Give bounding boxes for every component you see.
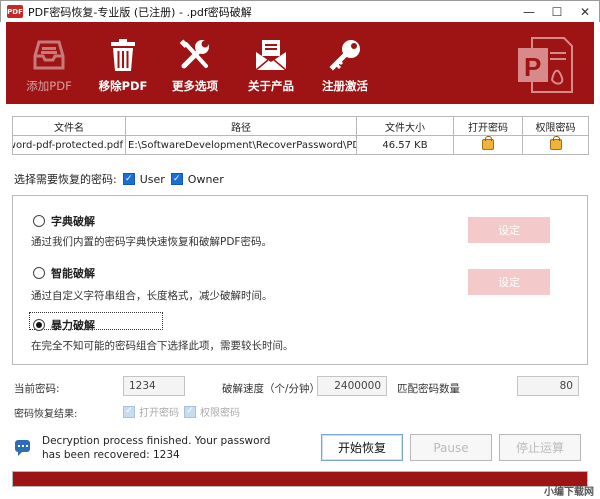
current-password-label: 当前密码: (14, 383, 60, 395)
close-button[interactable]: ✕ (571, 1, 599, 23)
toolbar: 添加PDF 移除PDF 更多选项 关于产品 注册激活 P (6, 22, 594, 104)
app-pdf-icon: PDF (7, 5, 23, 18)
trash-icon (111, 39, 135, 71)
about-product-label: 关于产品 (248, 79, 294, 93)
remove-pdf-label: 移除PDF (98, 79, 148, 93)
window-title: PDF密码恢复-专业版 (已注册) - .pdf密码破解 (28, 5, 252, 19)
user-checkbox[interactable]: ✓ (122, 173, 135, 185)
result-permission-password: ✓ 权限密码 (184, 404, 240, 419)
current-password-field: 1234 (123, 376, 185, 396)
result-permission-label: 权限密码 (200, 408, 240, 419)
result-permission-checkbox: ✓ (184, 405, 196, 418)
dictionary-attack-option[interactable]: 字典破解 (33, 213, 95, 229)
tools-icon (179, 39, 209, 69)
match-count-field: 80 (517, 376, 579, 396)
pause-button[interactable]: Pause (410, 434, 492, 461)
message-bubble-icon (15, 440, 30, 456)
pdf-logo-letter: P (524, 52, 542, 82)
smart-attack-title: 智能破解 (51, 267, 95, 280)
title-bar: PDF PDF密码恢复-专业版 (已注册) - .pdf密码破解 — ☐ ✕ (0, 0, 600, 22)
inbox-tray-icon (33, 40, 65, 70)
owner-checkbox-label: Owner (187, 172, 224, 186)
result-open-checkbox: ✓ (123, 405, 135, 418)
register-activate-label: 注册激活 (322, 79, 368, 93)
smart-attack-radio[interactable] (33, 267, 45, 279)
file-table: 文件名 路径 文件大小 打开密码 权限密码 password-pdf-prote… (12, 116, 589, 155)
header-path[interactable]: 路径 (125, 116, 357, 136)
progress-bar (12, 471, 588, 487)
owner-checkbox[interactable]: ✓ (170, 173, 183, 185)
table-row[interactable]: password-pdf-protected.pdf E:\SoftwareDe… (12, 135, 589, 155)
lock-icon (482, 136, 494, 151)
stop-button[interactable]: 停止运算 (499, 434, 581, 461)
header-size[interactable]: 文件大小 (356, 116, 454, 136)
lock-icon (549, 136, 562, 151)
maximize-button[interactable]: ☐ (543, 1, 571, 23)
user-checkbox-label: User (139, 172, 165, 186)
header-permission-password[interactable]: 权限密码 (522, 116, 589, 136)
dictionary-attack-title: 字典破解 (51, 215, 95, 228)
password-type-label: 选择需要恢复的密码: (14, 173, 117, 186)
row-path: E:\SoftwareDevelopment\RecoverPassword\P… (125, 135, 357, 155)
smart-settings-button[interactable]: 设定 (468, 269, 550, 295)
result-open-label: 打开密码 (139, 408, 179, 419)
speed-label: 破解速度（个/分钟） (222, 383, 321, 395)
pdf-document-logo: P (514, 34, 576, 99)
brute-force-radio[interactable] (33, 319, 45, 331)
key-icon (329, 40, 360, 71)
progress-fill (13, 472, 587, 486)
minimize-button[interactable]: — (515, 1, 543, 23)
match-count-label: 匹配密码数量 (397, 383, 460, 395)
register-activate-button[interactable]: 注册激活 (316, 22, 374, 104)
row-filename: password-pdf-protected.pdf (12, 135, 126, 155)
smart-attack-desc: 通过自定义字符串组合，长度格式，减少破解时间。 (31, 290, 273, 302)
envelope-icon (255, 40, 287, 71)
start-recovery-button[interactable]: 开始恢复 (321, 434, 403, 461)
dictionary-settings-button[interactable]: 设定 (468, 217, 550, 243)
recovery-result-label: 密码恢复结果: (14, 409, 78, 420)
brute-force-title: 暴力破解 (51, 319, 95, 332)
row-size: 46.57 KB (356, 135, 454, 155)
remove-pdf-button[interactable]: 移除PDF (94, 22, 152, 104)
add-pdf-button[interactable]: 添加PDF (20, 22, 78, 104)
dictionary-attack-radio[interactable] (33, 215, 45, 227)
about-product-button[interactable]: 关于产品 (242, 22, 300, 104)
result-open-password: ✓ 打开密码 (123, 404, 179, 419)
header-open-password[interactable]: 打开密码 (453, 116, 523, 136)
more-options-label: 更多选项 (172, 79, 218, 93)
more-options-button[interactable]: 更多选项 (166, 22, 224, 104)
header-filename[interactable]: 文件名 (12, 116, 126, 136)
file-table-header: 文件名 路径 文件大小 打开密码 权限密码 (12, 116, 589, 136)
speed-field: 2400000 (317, 376, 387, 396)
attack-mode-panel: 字典破解 通过我们内置的密码字典快速恢复和破解PDF密码。 设定 智能破解 通过… (12, 195, 588, 365)
password-type-selection: 选择需要恢复的密码: ✓ User ✓ Owner (14, 171, 224, 187)
status-message: Decryption process finished. Your passwo… (42, 435, 271, 461)
row-permission-password (522, 135, 589, 155)
watermark: 小编下载网 (544, 487, 594, 498)
row-open-password (453, 135, 523, 155)
brute-force-option[interactable]: 暴力破解 (33, 317, 95, 333)
dictionary-attack-desc: 通过我们内置的密码字典快速恢复和破解PDF密码。 (31, 236, 272, 248)
smart-attack-option[interactable]: 智能破解 (33, 265, 95, 281)
brute-force-desc: 在完全不知可能的密码组合下选择此项，需要较长时间。 (31, 340, 294, 352)
window-controls: — ☐ ✕ (515, 1, 599, 23)
add-pdf-label: 添加PDF (26, 79, 72, 93)
